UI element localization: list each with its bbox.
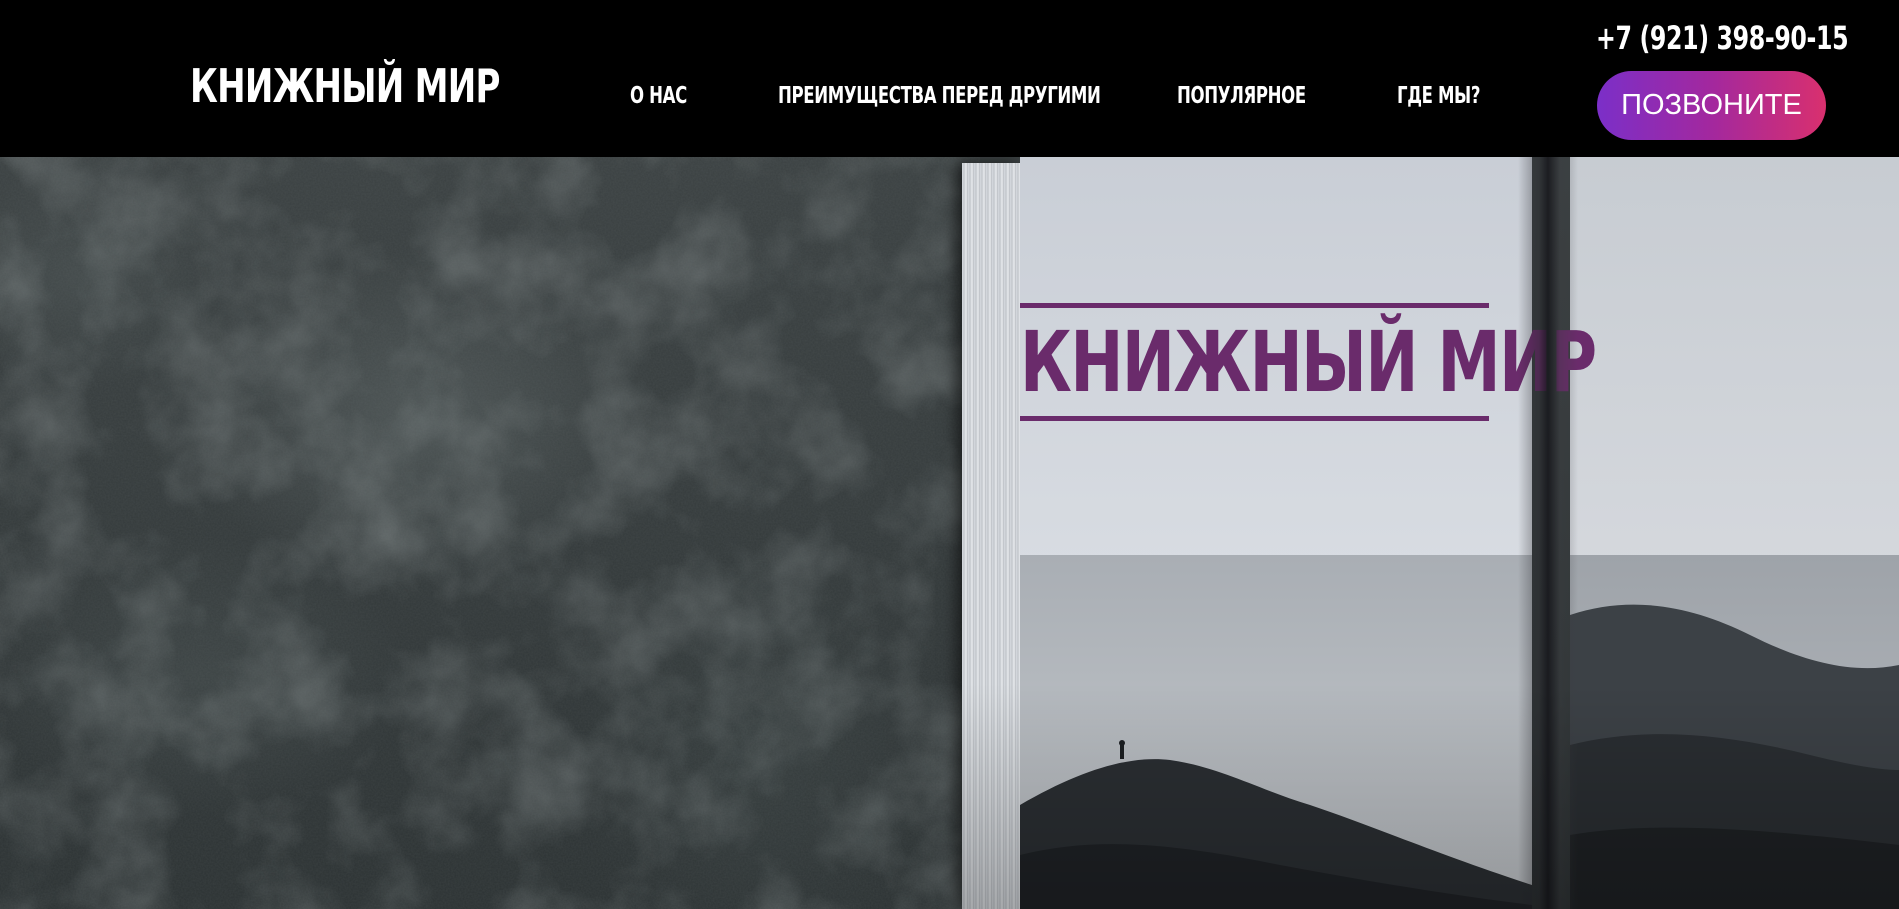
hero-section: КНИЖНЫЙ МИР [0, 157, 1899, 909]
call-button[interactable]: ПОЗВОНИТЕ [1597, 71, 1826, 140]
nav-link-where[interactable]: ГДЕ МЫ? [1397, 80, 1480, 112]
site-logo[interactable]: КНИЖНЫЙ МИР [190, 58, 500, 114]
book-cover-title: КНИЖНЫЙ МИР [1020, 313, 1597, 411]
book-page-edges [962, 163, 1022, 909]
title-rule-bottom [1020, 416, 1489, 421]
nav-link-popular[interactable]: ПОПУЛЯРНОЕ [1177, 80, 1306, 112]
mountain-photo-left [1020, 555, 1532, 909]
nav-link-about[interactable]: О НАС [630, 80, 687, 112]
nav-link-advantages[interactable]: ПРЕИМУЩЕСТВА ПЕРЕД ДРУГИМИ [778, 80, 1101, 112]
concrete-texture [0, 157, 980, 909]
mountain-photo-right [1570, 555, 1899, 909]
page: КНИЖНЫЙ МИР О НАС ПРЕИМУЩЕСТВА ПЕРЕД ДРУ… [0, 0, 1899, 909]
book-left-page [1020, 157, 1532, 909]
title-rule-top [1020, 303, 1489, 308]
book-right-page [1570, 157, 1899, 909]
book-gutter-shadow [1518, 157, 1578, 909]
site-header: КНИЖНЫЙ МИР О НАС ПРЕИМУЩЕСТВА ПЕРЕД ДРУ… [0, 0, 1899, 157]
open-book-image: КНИЖНЫЙ МИР [962, 157, 1899, 909]
phone-number[interactable]: +7 (921) 398-90-15 [1596, 18, 1849, 58]
